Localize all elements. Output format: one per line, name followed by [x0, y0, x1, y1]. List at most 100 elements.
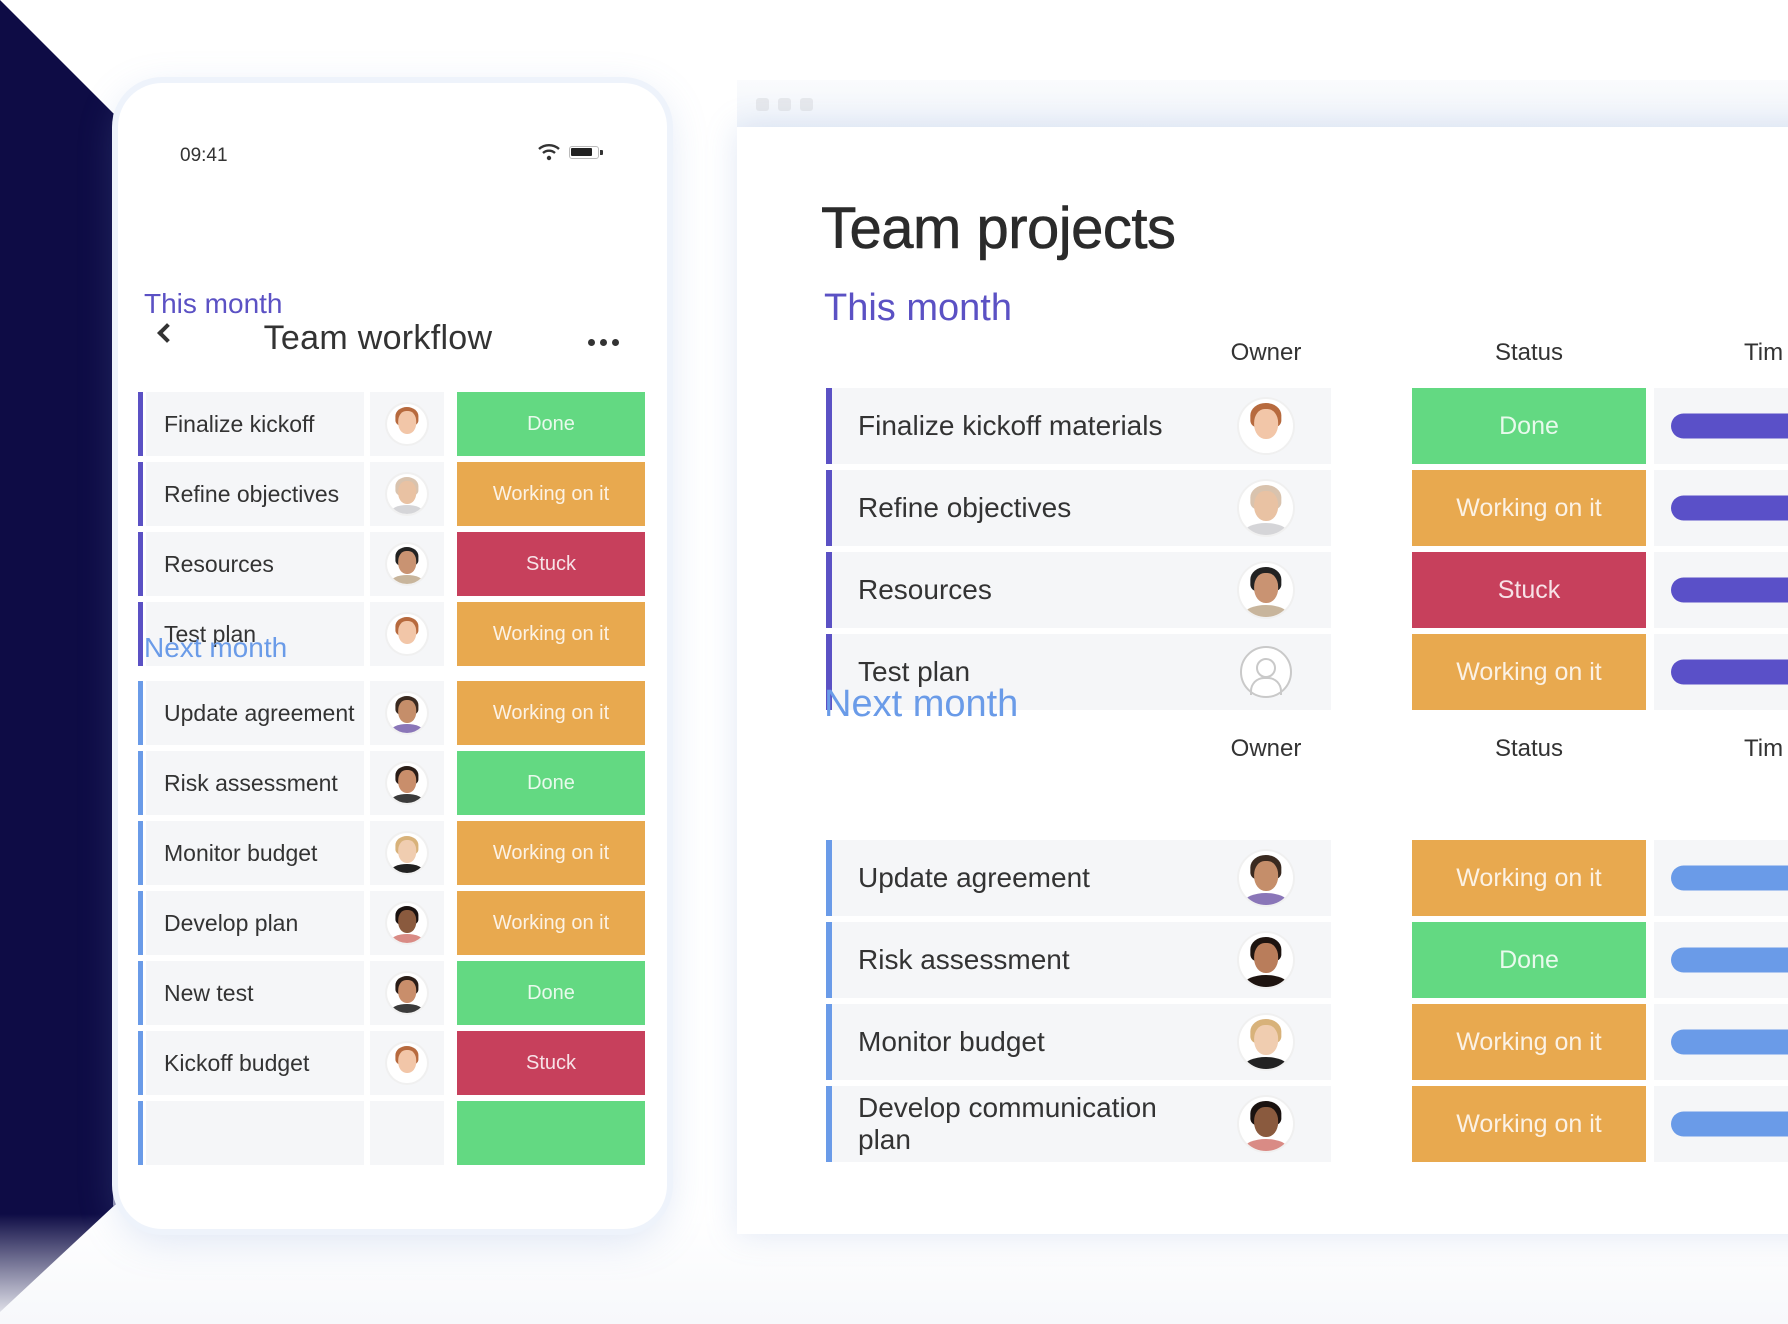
window-dot[interactable] — [800, 98, 813, 111]
owner-cell[interactable] — [370, 1031, 444, 1095]
owner-cell[interactable] — [1201, 1086, 1331, 1162]
owner-cell[interactable] — [370, 602, 444, 666]
task-name[interactable]: Develop communication plan — [832, 1086, 1201, 1162]
task-row[interactable]: New test Done — [138, 961, 667, 1025]
owner-cell[interactable] — [370, 462, 444, 526]
timeline-cell[interactable] — [1654, 840, 1788, 916]
owner-cell[interactable] — [370, 1101, 444, 1165]
window-dot[interactable] — [778, 98, 791, 111]
column-header-timeline[interactable]: Tim — [1744, 339, 1788, 367]
task-row[interactable]: Resources Stuck — [826, 552, 1788, 628]
timeline-bar[interactable] — [1671, 577, 1788, 603]
owner-cell[interactable] — [370, 532, 444, 596]
timeline-cell[interactable] — [1654, 552, 1788, 628]
status-badge[interactable]: Working on it — [1412, 1004, 1646, 1080]
task-name[interactable]: Update agreement — [832, 840, 1201, 916]
task-row[interactable]: Refine objectives Working on it — [826, 470, 1788, 546]
avatar[interactable] — [387, 833, 427, 873]
timeline-bar[interactable] — [1671, 413, 1788, 439]
timeline-cell[interactable] — [1654, 1004, 1788, 1080]
status-badge[interactable]: Done — [1412, 922, 1646, 998]
task-row[interactable]: Done — [138, 1101, 667, 1165]
timeline-bar[interactable] — [1671, 865, 1788, 891]
owner-cell[interactable] — [370, 891, 444, 955]
task-name[interactable]: Monitor budget — [146, 821, 364, 885]
task-name[interactable]: Resources — [832, 552, 1201, 628]
avatar[interactable] — [387, 693, 427, 733]
status-badge[interactable]: Done — [1412, 388, 1646, 464]
timeline-cell[interactable] — [1654, 388, 1788, 464]
column-header-status[interactable]: Status — [1412, 735, 1646, 763]
empty-avatar-icon[interactable] — [1240, 646, 1292, 698]
avatar[interactable] — [1239, 851, 1293, 905]
task-row[interactable]: Update agreement Working on it — [138, 681, 667, 745]
status-badge[interactable]: Done — [457, 961, 645, 1025]
avatar[interactable] — [1239, 563, 1293, 617]
column-header-timeline[interactable]: Tim — [1744, 735, 1788, 763]
task-row[interactable]: Develop plan Working on it — [138, 891, 667, 955]
timeline-cell[interactable] — [1654, 1086, 1788, 1162]
owner-cell[interactable] — [1201, 922, 1331, 998]
status-badge[interactable]: Stuck — [457, 532, 645, 596]
avatar[interactable] — [387, 763, 427, 803]
task-name[interactable]: Resources — [146, 532, 364, 596]
task-row[interactable]: Finalize kickoff Done — [138, 392, 667, 456]
task-row[interactable]: Develop communication plan Working on it — [826, 1086, 1788, 1162]
owner-cell[interactable] — [1201, 470, 1331, 546]
group-title-0[interactable]: This month — [824, 287, 1012, 330]
avatar[interactable] — [387, 1043, 427, 1083]
column-header-status[interactable]: Status — [1412, 339, 1646, 367]
owner-cell[interactable] — [1201, 634, 1331, 710]
timeline-cell[interactable] — [1654, 922, 1788, 998]
timeline-bar[interactable] — [1671, 659, 1788, 685]
status-badge[interactable]: Working on it — [1412, 840, 1646, 916]
avatar[interactable] — [387, 903, 427, 943]
status-badge[interactable]: Working on it — [457, 891, 645, 955]
timeline-cell[interactable] — [1654, 470, 1788, 546]
task-name[interactable]: Risk assessment — [146, 751, 364, 815]
avatar[interactable] — [1239, 1097, 1293, 1151]
timeline-bar[interactable] — [1671, 947, 1788, 973]
avatar[interactable] — [387, 973, 427, 1013]
window-dot[interactable] — [756, 98, 769, 111]
owner-cell[interactable] — [1201, 1004, 1331, 1080]
status-badge[interactable]: Stuck — [1412, 552, 1646, 628]
avatar[interactable] — [1239, 933, 1293, 987]
status-badge[interactable]: Working on it — [457, 681, 645, 745]
timeline-bar[interactable] — [1671, 1111, 1788, 1137]
task-name[interactable]: Risk assessment — [832, 922, 1201, 998]
timeline-cell[interactable] — [1654, 634, 1788, 710]
status-badge[interactable]: Done — [457, 392, 645, 456]
avatar[interactable] — [387, 474, 427, 514]
status-badge[interactable]: Working on it — [457, 462, 645, 526]
avatar[interactable] — [387, 614, 427, 654]
avatar[interactable] — [387, 544, 427, 584]
task-row[interactable]: Kickoff budget Stuck — [138, 1031, 667, 1095]
group-title-1[interactable]: Next month — [144, 632, 287, 664]
task-name[interactable]: Refine objectives — [146, 462, 364, 526]
task-name[interactable]: Finalize kickoff — [146, 392, 364, 456]
avatar[interactable] — [1239, 481, 1293, 535]
status-badge[interactable]: Done — [457, 1101, 645, 1165]
avatar[interactable] — [1239, 399, 1293, 453]
task-name[interactable]: New test — [146, 961, 364, 1025]
avatar[interactable] — [387, 404, 427, 444]
timeline-bar[interactable] — [1671, 1029, 1788, 1055]
avatar[interactable] — [1239, 1015, 1293, 1069]
status-badge[interactable]: Working on it — [1412, 470, 1646, 546]
owner-cell[interactable] — [1201, 840, 1331, 916]
task-row[interactable]: Monitor budget Working on it — [138, 821, 667, 885]
owner-cell[interactable] — [1201, 552, 1331, 628]
task-name[interactable]: Refine objectives — [832, 470, 1201, 546]
owner-cell[interactable] — [370, 751, 444, 815]
task-row[interactable]: Resources Stuck — [138, 532, 667, 596]
task-row[interactable]: Finalize kickoff materials Done — [826, 388, 1788, 464]
status-badge[interactable]: Working on it — [1412, 1086, 1646, 1162]
task-name[interactable]: Monitor budget — [832, 1004, 1201, 1080]
status-badge[interactable]: Done — [457, 751, 645, 815]
task-row[interactable]: Refine objectives Working on it — [138, 462, 667, 526]
status-badge[interactable]: Working on it — [1412, 634, 1646, 710]
owner-cell[interactable] — [370, 961, 444, 1025]
task-row[interactable]: Update agreement Working on it — [826, 840, 1788, 916]
column-header-owner[interactable]: Owner — [1201, 735, 1331, 763]
